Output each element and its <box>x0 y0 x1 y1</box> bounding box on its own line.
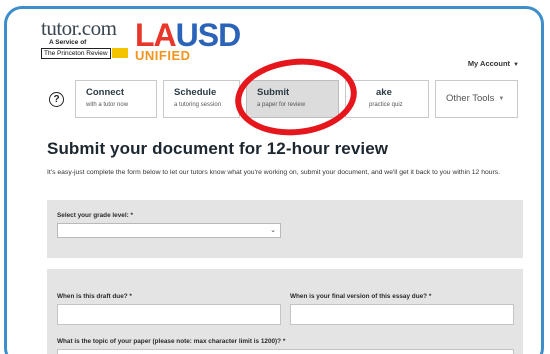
chevron-down-icon: ⌄ <box>270 227 276 234</box>
topic-input[interactable] <box>57 349 514 354</box>
tab-take-quiz[interactable]: ake practice quiz <box>345 80 429 118</box>
tab-subtitle: a tutoring session <box>174 102 222 108</box>
lausd-logo-text: LAUSD <box>135 19 275 51</box>
tab-subtitle: with a tutor now <box>86 102 129 108</box>
tab-subtitle: practice quiz <box>369 102 403 108</box>
screenshot-frame: tutor.com A Service of The Princeton Rev… <box>4 6 544 354</box>
tutor-logo-text: tutor.com <box>41 16 117 40</box>
grade-panel: Select your grade level: * ⌄ <box>47 200 523 258</box>
lausd-logo-letter: D <box>218 17 241 53</box>
tutor-service-text: A Service of <box>49 39 87 46</box>
tab-title: Other Tools <box>446 93 495 104</box>
princeton-review-flag-icon <box>111 48 128 58</box>
tab-connect[interactable]: Connect with a tutor now <box>75 80 157 118</box>
draft-due-label: When is this draft due? * <box>57 293 132 300</box>
my-account-label: My Account <box>467 59 511 68</box>
grade-label: Select your grade level: * <box>57 212 134 219</box>
help-icon[interactable]: ? <box>49 91 64 107</box>
princeton-review-text: The Princeton Review <box>41 48 111 59</box>
lausd-logo-letter: S <box>197 17 219 53</box>
page-title: Submit your document for 12-hour review <box>47 139 389 158</box>
lausd-logo[interactable]: LAUSD UNIFIED <box>135 19 275 67</box>
tab-other-tools[interactable]: Other Tools ▼ <box>435 80 518 118</box>
final-due-label: When is your final version of this essay… <box>290 293 432 300</box>
my-account-menu[interactable]: My Account ▼ <box>468 59 519 68</box>
tab-title: ake <box>376 87 392 98</box>
topic-label: What is the topic of your paper (please … <box>57 338 286 345</box>
grade-select[interactable]: ⌄ <box>57 223 281 238</box>
princeton-review-badge: The Princeton Review <box>41 47 131 59</box>
tutor-com-logo[interactable]: tutor.com A Service of The Princeton Rev… <box>41 17 131 59</box>
caret-down-icon: ▼ <box>498 96 505 102</box>
due-date-panel: When is this draft due? * When is your f… <box>47 269 523 354</box>
tab-schedule[interactable]: Schedule a tutoring session <box>163 80 240 118</box>
caret-down-icon: ▼ <box>513 62 519 68</box>
tab-title: Connect <box>86 87 124 98</box>
intro-text: It's easy-just complete the form below t… <box>47 169 501 176</box>
final-due-input[interactable] <box>290 304 514 325</box>
draft-due-input[interactable] <box>57 304 281 325</box>
tab-title: Schedule <box>174 87 217 98</box>
